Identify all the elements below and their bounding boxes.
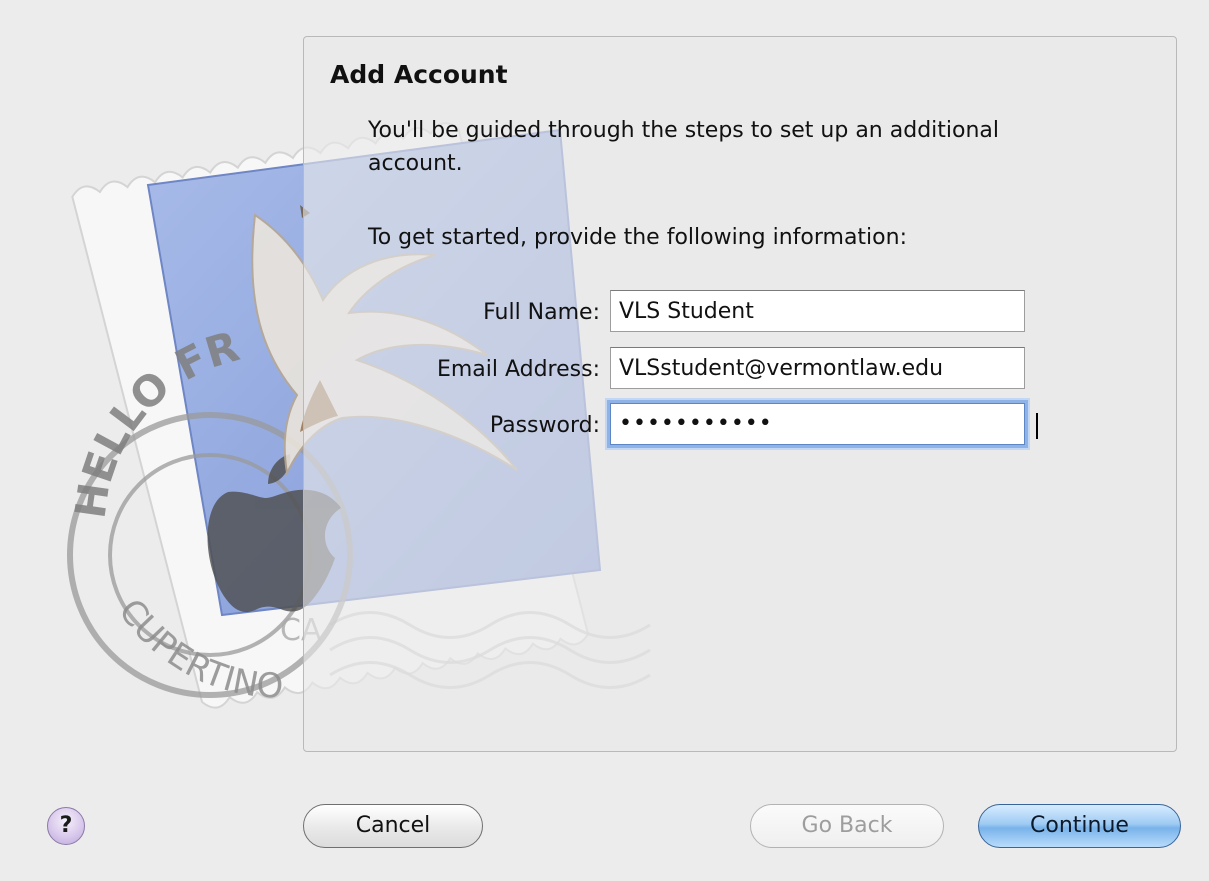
- help-button[interactable]: ?: [47, 807, 85, 845]
- password-label: Password:: [489, 413, 600, 438]
- full-name-row: Full Name:: [360, 290, 1040, 338]
- email-field[interactable]: [610, 347, 1025, 389]
- email-label: Email Address:: [436, 357, 600, 382]
- email-row: Email Address:: [360, 347, 1040, 395]
- full-name-field[interactable]: [610, 290, 1025, 332]
- dialog-title: Add Account: [330, 60, 508, 89]
- prompt-text: To get started, provide the following in…: [368, 225, 907, 250]
- postmark-bottom-text: CUPERTINO: [110, 592, 284, 707]
- password-value: •••••••••••: [619, 411, 773, 436]
- intro-text: You'll be guided through the steps to se…: [368, 118, 1000, 176]
- full-name-label: Full Name:: [483, 300, 600, 325]
- go-back-button[interactable]: Go Back: [750, 804, 944, 848]
- cancel-button[interactable]: Cancel: [303, 804, 483, 848]
- password-row: Password: •••••••••••: [360, 403, 1040, 451]
- postmark-top-text: HELLO FR: [65, 321, 244, 521]
- password-field[interactable]: •••••••••••: [610, 403, 1038, 445]
- text-caret: [1036, 413, 1038, 439]
- continue-button[interactable]: Continue: [978, 804, 1181, 848]
